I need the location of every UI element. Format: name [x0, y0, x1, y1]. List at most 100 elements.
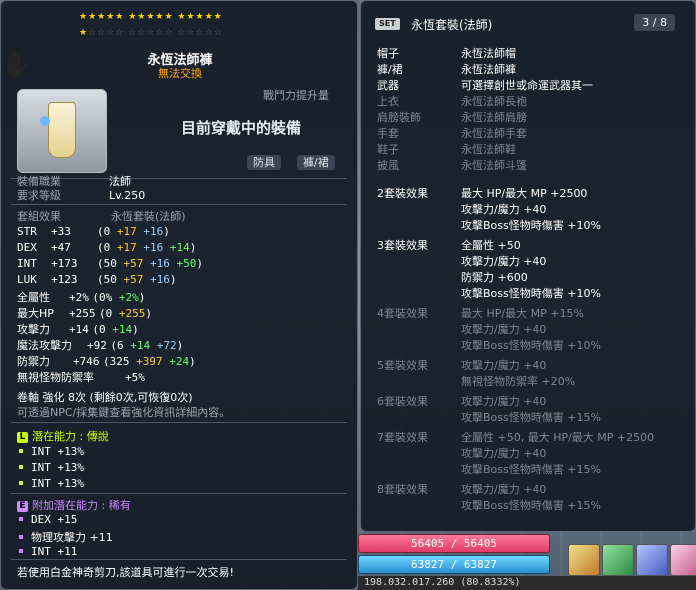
stat-total: +47	[51, 241, 71, 254]
stat-name: LUK	[17, 273, 37, 286]
starforce-stars: ★★★★★ ★★★★★ ★★★★★ ★☆☆☆☆ ☆☆☆☆☆ ☆☆☆☆☆	[79, 9, 223, 41]
skill-slot[interactable]	[670, 544, 696, 576]
set-effect-line: 攻擊Boss怪物時傷害 +15%	[461, 463, 601, 476]
set-effect-line: 最大 HP/最大 MP +2500	[461, 187, 588, 200]
set-piece: 永恆法師斗篷	[461, 159, 527, 172]
stat-name: DEX	[17, 241, 37, 254]
set-effect-line: 攻擊力/魔力 +40	[461, 359, 547, 372]
stat-int: INT +173 (50 +57 +16 +50)	[17, 257, 203, 270]
set-label: 套組效果	[17, 210, 61, 223]
bonus-potential-header: E 附加潛在能力 : 稀有	[17, 497, 131, 513]
stat-extra: +14	[130, 339, 151, 352]
stat-total: +173	[51, 257, 78, 270]
rare-badge-icon: E	[17, 500, 28, 512]
stat-base: 50	[103, 257, 117, 270]
potential-line: INT +13%	[17, 461, 84, 474]
stat-star: +72	[156, 339, 177, 352]
set-value: 永恆套裝(法師)	[111, 210, 186, 223]
set-piece: 永恆法師手套	[461, 127, 527, 140]
lit-star: ★	[79, 28, 89, 38]
bullet-icon	[19, 517, 23, 521]
divider	[11, 559, 347, 560]
stat-name: INT	[17, 257, 37, 270]
stat-name: 全屬性	[17, 291, 50, 304]
set-effect-line: 攻擊力/魔力 +40	[461, 203, 547, 216]
stat-base: 6	[117, 339, 124, 352]
potential-line-text: INT +13%	[31, 461, 84, 474]
stat-base: 0	[103, 241, 111, 254]
stat-total: +5%	[125, 371, 145, 384]
set-effect-line: 攻擊Boss怪物時傷害 +10%	[461, 339, 601, 352]
set-slot: 手套	[377, 127, 399, 140]
skill-slot[interactable]	[568, 544, 600, 576]
stat-extra: +24	[169, 355, 190, 368]
legendary-badge-icon: L	[17, 431, 28, 443]
set-slot: 披風	[377, 159, 399, 172]
bullet-icon	[19, 535, 23, 539]
set-effect-label: 8套裝效果	[377, 483, 428, 496]
stat-base: 0	[105, 307, 113, 320]
item-tooltip: ★★★★★ ★★★★★ ★★★★★ ★☆☆☆☆ ☆☆☆☆☆ ☆☆☆☆☆ 永恆法師…	[0, 0, 358, 590]
stat-base: 0%	[99, 291, 113, 304]
stat-flame: +57	[123, 257, 144, 270]
set-effect-line: 全屬性 +50, 最大 HP/最大 MP +2500	[461, 431, 655, 444]
bonus-line: INT +11	[17, 545, 77, 558]
potential-header: L 潛在能力 : 傳說	[17, 428, 109, 444]
set-effect-line: 攻擊力/魔力 +40	[461, 255, 547, 268]
stat-flame: +17	[116, 241, 137, 254]
set-slot: 帽子	[377, 47, 399, 60]
set-effect-line: 攻擊力/魔力 +40	[461, 483, 547, 496]
item-icon	[17, 89, 107, 173]
stat-total: +14	[69, 323, 89, 336]
set-effect-line: 攻擊力/魔力 +40	[461, 395, 547, 408]
stat-star: +16	[143, 241, 164, 254]
stat-flame: +255	[118, 307, 146, 320]
set-piece: 永恆法師褲	[461, 63, 516, 76]
set-effect-line: 無視怪物防禦率 +20%	[461, 375, 576, 388]
stat-ied: 無視怪物防禦率 +5%	[17, 369, 145, 385]
potential-line: INT +13%	[17, 445, 84, 458]
stat-extra: +2%	[118, 291, 139, 304]
stat-name: STR	[17, 225, 37, 238]
stat-base: 0	[103, 225, 111, 238]
pants-icon	[48, 102, 76, 158]
trade-status: 無法交換	[158, 67, 202, 80]
stat-name: 最大HP	[17, 307, 54, 320]
stat-matt: 魔法攻擊力 +92 (6 +14 +72)	[17, 339, 184, 352]
stat-total: +33	[51, 225, 71, 238]
bullet-icon	[19, 549, 23, 553]
stat-base: 50	[103, 273, 117, 286]
stat-base: 325	[109, 355, 130, 368]
stat-def: 防禦力 +746 (325 +397 +24)	[17, 355, 196, 368]
set-title: 永恆套裝(法師)	[411, 18, 493, 32]
set-slot: 鞋子	[377, 143, 399, 156]
star-row-2: ★☆☆☆☆ ☆☆☆☆☆ ☆☆☆☆☆	[79, 25, 223, 41]
stat-extra: +14	[169, 241, 190, 254]
bullet-icon	[19, 449, 23, 453]
skill-slot[interactable]	[602, 544, 634, 576]
stat-name: 攻擊力	[17, 323, 50, 336]
set-count: 3 / 8	[634, 14, 675, 31]
set-effect-line: 攻擊力/魔力 +40	[461, 447, 547, 460]
stat-total: +255	[69, 307, 96, 320]
level-label: 要求等級	[17, 189, 61, 202]
set-piece: 永恆法師鞋	[461, 143, 516, 156]
mp-bar: 63827 / 63827	[358, 555, 550, 574]
stat-star: +16	[143, 225, 164, 238]
set-slot: 肩膀裝飾	[377, 111, 421, 124]
skill-slot[interactable]	[636, 544, 668, 576]
level-value: Lv.250	[109, 189, 146, 202]
set-row: 套組效果 永恆套裝(法師)	[17, 208, 186, 224]
set-effect-line: 防禦力 +600	[461, 271, 528, 284]
stat-name: 魔法攻擊力	[17, 339, 72, 352]
divider	[11, 493, 347, 494]
potential-title: 潛在能力 : 傳說	[32, 430, 109, 443]
set-effect-label: 3套裝效果	[377, 239, 428, 252]
stat-total: +92	[87, 339, 107, 352]
stat-extra: +50	[176, 257, 197, 270]
set-piece: 永恆法師長袍	[461, 95, 527, 108]
set-piece: 永恆法師肩膀	[461, 111, 527, 124]
potential-line-text: INT +13%	[31, 445, 84, 458]
set-piece: 可選擇創世或命運武器其一	[461, 79, 593, 92]
wearing-label: 目前穿戴中的裝備	[181, 119, 302, 137]
